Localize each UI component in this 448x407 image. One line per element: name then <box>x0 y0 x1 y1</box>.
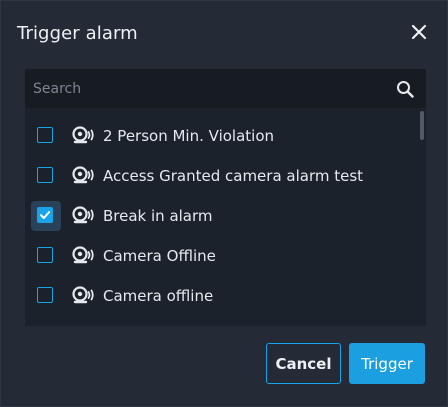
alarm-bell-icon <box>71 165 95 187</box>
search-icon[interactable] <box>396 80 414 98</box>
alarm-label: Camera offline <box>103 287 214 305</box>
list-item[interactable]: Break in alarm <box>25 197 417 237</box>
trigger-button[interactable]: Trigger <box>349 343 425 384</box>
alarm-checkbox[interactable] <box>37 207 53 223</box>
list-item[interactable]: Access Granted camera alarm test <box>25 157 417 197</box>
alarm-list-panel: 2 Person Min. Violation Access Granted ca… <box>25 69 426 326</box>
alarm-label: 2 Person Min. Violation <box>103 127 275 145</box>
alarm-list: 2 Person Min. Violation Access Granted ca… <box>25 117 417 317</box>
search-bar <box>25 69 426 108</box>
cancel-button[interactable]: Cancel <box>266 343 341 384</box>
alarm-label: Break in alarm <box>103 207 213 225</box>
list-item[interactable]: 2 Person Min. Violation <box>25 117 417 157</box>
alarm-checkbox[interactable] <box>37 167 53 183</box>
close-icon[interactable] <box>410 23 428 41</box>
alarm-checkbox[interactable] <box>37 127 53 143</box>
list-item[interactable]: Camera Offline <box>25 237 417 277</box>
alarm-bell-icon <box>71 245 95 267</box>
alarm-bell-icon <box>71 285 95 307</box>
scrollbar-thumb[interactable] <box>420 111 424 140</box>
alarm-checkbox[interactable] <box>37 247 53 263</box>
search-input[interactable] <box>25 69 385 108</box>
trigger-alarm-dialog: Trigger alarm 2 Person Min. Violation Acc… <box>0 0 448 407</box>
list-item[interactable]: Camera offline <box>25 277 417 317</box>
alarm-bell-icon <box>71 125 95 147</box>
alarm-label: Access Granted camera alarm test <box>103 167 364 185</box>
alarm-label: Camera Offline <box>103 247 216 265</box>
alarm-checkbox[interactable] <box>37 287 53 303</box>
alarm-bell-icon <box>71 205 95 227</box>
dialog-title: Trigger alarm <box>17 23 138 44</box>
